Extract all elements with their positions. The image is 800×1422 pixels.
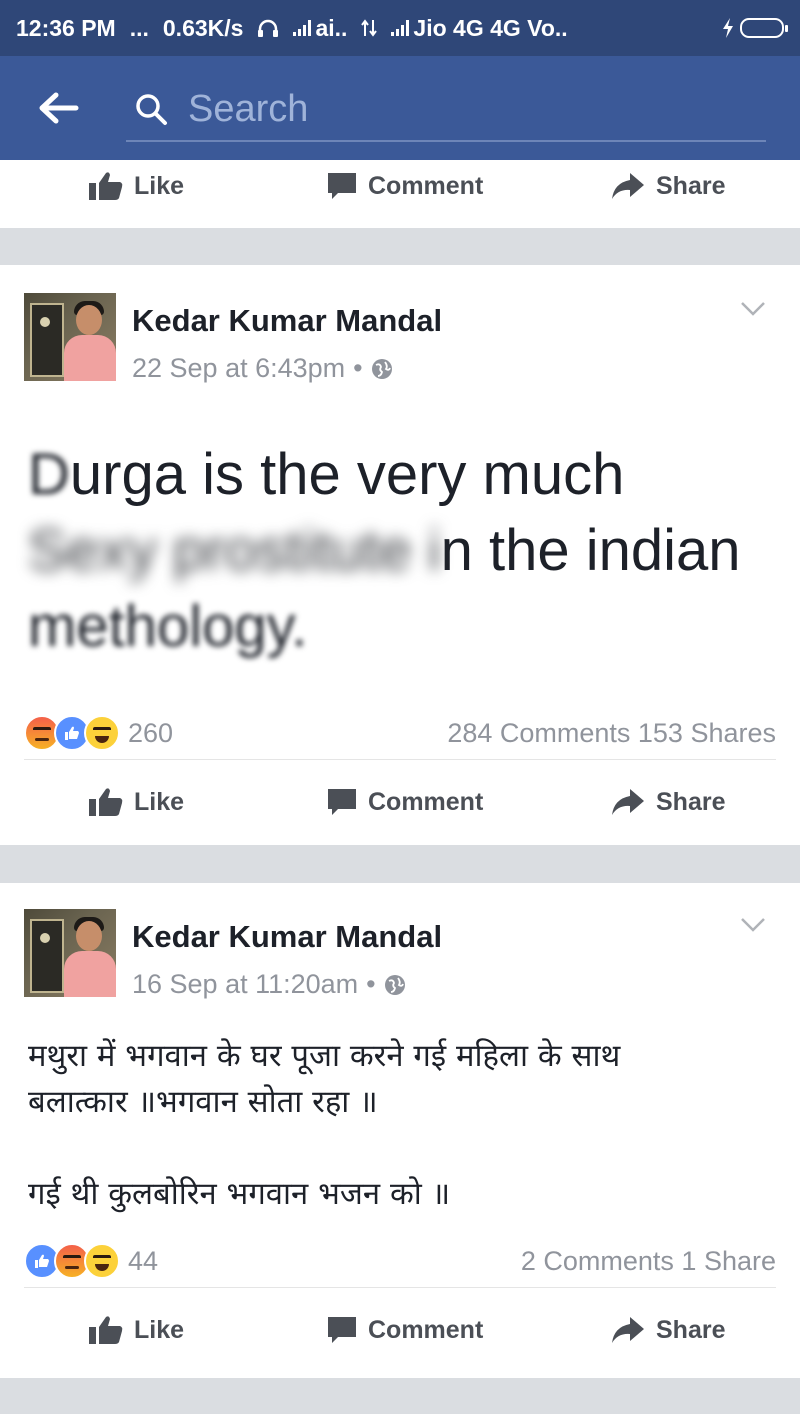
- post-card: Kedar Kumar Mandal 22 Sep at 6:43pm • Du…: [0, 265, 800, 845]
- action-bar: Like Comment Share: [0, 160, 800, 212]
- comment-icon: [328, 1317, 356, 1343]
- post-card: Kedar Kumar Mandal 16 Sep at 11:20am • म…: [0, 883, 800, 1378]
- signal-icon-2: Jio 4G 4G Vo..: [391, 14, 568, 42]
- comments-shares-count[interactable]: 2 Comments 1 Share: [521, 1246, 776, 1277]
- post-text: Durga is the very much Sexy prostitute i…: [28, 437, 768, 665]
- blurred-text: Sexy prostitute i: [28, 518, 441, 583]
- reaction-count: 260: [128, 717, 174, 748]
- action-bar: Like Comment Share: [0, 767, 800, 837]
- comment-icon: [328, 789, 356, 815]
- like-button[interactable]: Like: [88, 171, 184, 201]
- separator-dot: •: [353, 353, 363, 383]
- share-button[interactable]: Share: [610, 1315, 725, 1345]
- haha-reaction-icon: [84, 715, 120, 751]
- like-label: Like: [134, 171, 185, 200]
- charging-icon: [723, 18, 733, 38]
- action-bar: Like Comment Share: [0, 1295, 800, 1365]
- like-label: Like: [134, 1315, 185, 1344]
- post-timestamp[interactable]: 16 Sep at 11:20am: [132, 969, 358, 1000]
- share-button[interactable]: Share: [610, 171, 725, 201]
- previous-post-card: Like Comment Share: [0, 160, 800, 228]
- blurred-text: D: [28, 442, 70, 507]
- post-text-line-2: Sexy prostitute in the indian: [28, 518, 741, 583]
- comment-label: Comment: [368, 171, 484, 200]
- comments-shares-count[interactable]: 284 Comments 153 Shares: [447, 718, 776, 749]
- status-time: 12:36 PM: [16, 14, 116, 41]
- app-bar: [0, 56, 800, 160]
- like-label: Like: [134, 787, 185, 816]
- comment-button[interactable]: Comment: [326, 787, 483, 817]
- post-author[interactable]: Kedar Kumar Mandal: [132, 919, 442, 955]
- reaction-summary[interactable]: 260: [24, 715, 173, 751]
- battery-icon: [740, 18, 788, 38]
- post-meta: 16 Sep at 11:20am •: [132, 969, 406, 1000]
- arrow-left-icon[interactable]: [34, 86, 82, 130]
- post-stats: 44 2 Comments 1 Share: [24, 1235, 776, 1288]
- post-text-line-3: methology.: [28, 594, 308, 659]
- share-button[interactable]: Share: [610, 787, 725, 817]
- share-arrow-icon: [612, 789, 644, 815]
- avatar[interactable]: [24, 909, 116, 997]
- share-label: Share: [656, 171, 726, 200]
- post-text-line-1: Durga is the very much: [28, 442, 625, 507]
- data-arrows-icon: [361, 18, 378, 38]
- haha-reaction-icon: [84, 1243, 120, 1279]
- comment-button[interactable]: Comment: [326, 1315, 483, 1345]
- search-icon: [136, 94, 167, 125]
- network-speed: 0.63K/s: [162, 14, 244, 41]
- chevron-down-icon[interactable]: [740, 917, 766, 933]
- thumbs-up-icon: [89, 1316, 123, 1344]
- next-post-card: [0, 1414, 800, 1422]
- comment-label: Comment: [368, 787, 484, 816]
- like-button[interactable]: Like: [88, 1315, 184, 1345]
- separator-dot: •: [366, 969, 376, 999]
- battery-indicator: [722, 18, 788, 38]
- share-arrow-icon: [612, 1317, 644, 1343]
- status-bar: 12:36 PM ... 0.63K/s ai.. Jio 4G 4G Vo..: [0, 0, 800, 56]
- globe-icon: [371, 358, 392, 379]
- headphones-icon: [257, 18, 279, 38]
- globe-icon: [384, 974, 405, 995]
- avatar[interactable]: [24, 293, 116, 381]
- search-bar[interactable]: [126, 78, 766, 142]
- comment-icon: [328, 173, 356, 199]
- share-label: Share: [656, 787, 726, 816]
- like-button[interactable]: Like: [88, 787, 184, 817]
- thumbs-up-icon: [89, 172, 123, 200]
- comment-button[interactable]: Comment: [326, 171, 483, 201]
- signal-icon: ai..: [293, 15, 347, 42]
- share-arrow-icon: [612, 173, 644, 199]
- status-dots: ...: [129, 14, 149, 41]
- post-stats: 260 284 Comments 153 Shares: [24, 707, 776, 760]
- carrier-2: Jio 4G 4G Vo..: [413, 14, 568, 41]
- share-label: Share: [656, 1315, 726, 1344]
- post-meta: 22 Sep at 6:43pm •: [132, 353, 393, 384]
- search-input[interactable]: [186, 86, 766, 132]
- chevron-down-icon[interactable]: [740, 301, 766, 317]
- post-author[interactable]: Kedar Kumar Mandal: [132, 303, 442, 339]
- comment-label: Comment: [368, 1315, 484, 1344]
- reaction-summary[interactable]: 44: [24, 1243, 158, 1279]
- reaction-count: 44: [128, 1245, 159, 1276]
- thumbs-up-icon: [89, 788, 123, 816]
- post-text: मथुरा में भगवान के घर पूजा करने गई महिला…: [28, 1038, 621, 1212]
- carrier-1: ai..: [315, 14, 348, 41]
- post-timestamp[interactable]: 22 Sep at 6:43pm: [132, 353, 345, 384]
